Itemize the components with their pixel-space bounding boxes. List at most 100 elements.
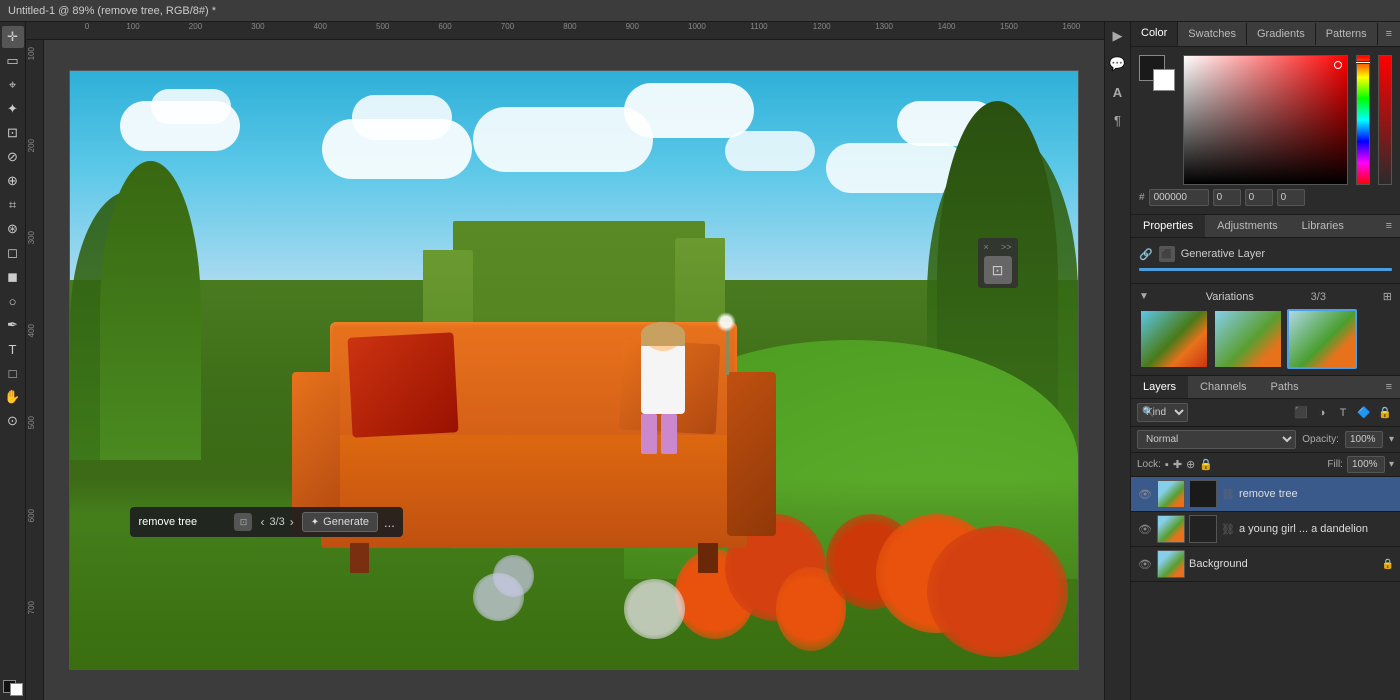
tab-gradients[interactable]: Gradients <box>1247 23 1316 45</box>
layers-lock-row: Lock: ▪ ✚ ⊕ 🔒 Fill: ▾ <box>1131 453 1400 477</box>
gen-more-btn[interactable]: ... <box>384 515 395 530</box>
text-icon[interactable]: A <box>1108 82 1128 102</box>
tool-crop[interactable]: ⊡ <box>2 122 24 144</box>
layer-item-background[interactable]: 👁 Background 🔒 <box>1131 547 1400 582</box>
b-input[interactable] <box>1277 189 1305 206</box>
canvas-container[interactable]: remove tree ⊡ ‹ 3/3 › ✦ Generate ... <box>44 40 1104 700</box>
tool-healing[interactable]: ⊕ <box>2 170 24 192</box>
layer-filter-adjust[interactable]: ◑ <box>1313 404 1331 422</box>
hue-bar[interactable] <box>1356 55 1370 185</box>
layer-item-girl[interactable]: 👁 ⛓ a young girl ... a dandelion <box>1131 512 1400 547</box>
fg-bg-swatch[interactable] <box>1139 55 1175 91</box>
g-input[interactable] <box>1245 189 1273 206</box>
layer-eye-2[interactable]: 👁 <box>1137 521 1153 537</box>
tool-hand[interactable]: ✋ <box>2 386 24 408</box>
prop-bar <box>1139 268 1392 271</box>
gen-next-btn[interactable]: › <box>288 515 296 529</box>
tool-magic-wand[interactable]: ✦ <box>2 98 24 120</box>
tool-pen[interactable]: ✒ <box>2 314 24 336</box>
comment-icon[interactable]: 💬 <box>1108 54 1128 74</box>
layer-thumb-bg <box>1157 550 1185 578</box>
layer-filter-shape[interactable]: 🔷 <box>1355 404 1373 422</box>
layer-name-2: a young girl ... a dandelion <box>1239 523 1394 535</box>
tool-text[interactable]: T <box>2 338 24 360</box>
canvas-scroll: 100 200 300 400 500 600 700 <box>26 40 1104 700</box>
fp-expand[interactable]: × <box>984 242 989 252</box>
opacity-bar[interactable] <box>1378 55 1392 185</box>
var-thumb-2[interactable] <box>1213 309 1283 369</box>
var-thumb-3-img <box>1289 311 1355 367</box>
tool-brush[interactable]: ⌗ <box>2 194 24 216</box>
tool-shape[interactable]: □ <box>2 362 24 384</box>
blend-mode-select[interactable]: Normal <box>1137 430 1296 449</box>
fill-arrow[interactable]: ▾ <box>1389 459 1394 470</box>
hex-input[interactable] <box>1149 189 1209 206</box>
tab-properties[interactable]: Properties <box>1131 215 1205 237</box>
tab-paths[interactable]: Paths <box>1259 376 1311 398</box>
lock-all-btn[interactable]: 🔒 <box>1199 458 1213 471</box>
tab-swatches[interactable]: Swatches <box>1178 23 1247 45</box>
var-chevron[interactable]: ▼ <box>1139 291 1149 302</box>
layer-filter-smart[interactable]: 🔒 <box>1376 404 1394 422</box>
lock-pos-btn[interactable]: ✚ <box>1173 458 1182 471</box>
color-tab-menu[interactable]: ≡ <box>1378 23 1400 45</box>
layers-list: 👁 ⛓ remove tree 👁 <box>1131 477 1400 700</box>
layer-filter-pixel[interactable]: ⬛ <box>1292 404 1310 422</box>
color-tabs: Color Swatches Gradients Patterns ≡ <box>1131 22 1400 47</box>
gen-generate-btn[interactable]: ✦ Generate <box>302 512 378 532</box>
gen-fill-nav: ‹ 3/3 › <box>258 515 295 529</box>
gen-fill-input[interactable]: remove tree <box>138 516 228 528</box>
color-spectrum[interactable] <box>1183 55 1348 185</box>
layers-panel: Layers Channels Paths ≡ 🔍 Kind ⬛ ◑ <box>1131 375 1400 700</box>
tool-eyedropper[interactable]: ⊘ <box>2 146 24 168</box>
tab-libraries[interactable]: Libraries <box>1290 215 1356 237</box>
prop-tabs: Properties Adjustments Libraries ≡ <box>1131 215 1400 238</box>
lock-label: Lock: <box>1137 459 1161 470</box>
gen-fill-bar[interactable]: remove tree ⊡ ‹ 3/3 › ✦ Generate ... <box>130 507 402 537</box>
layer-mask-girl <box>1189 515 1217 543</box>
layer-search-wrap: 🔍 Kind <box>1137 403 1288 422</box>
layer-eye-3[interactable]: 👁 <box>1137 556 1153 572</box>
lock-pixels-btn[interactable]: ▪ <box>1165 459 1169 471</box>
tool-lasso[interactable]: ⌖ <box>2 74 24 96</box>
tab-patterns[interactable]: Patterns <box>1316 23 1378 45</box>
canvas-image: remove tree ⊡ ‹ 3/3 › ✦ Generate ... <box>69 70 1079 670</box>
layers-tab-menu[interactable]: ≡ <box>1378 376 1400 398</box>
tool-zoom[interactable]: ⊙ <box>2 410 24 432</box>
var-grid-icon[interactable]: ⊞ <box>1383 290 1392 303</box>
right-panel: Color Swatches Gradients Patterns ≡ <box>1130 22 1400 700</box>
tool-eraser[interactable]: ◻ <box>2 242 24 264</box>
opacity-arrow[interactable]: ▾ <box>1389 434 1394 445</box>
fp-collapse[interactable]: >> <box>1001 242 1012 252</box>
var-title: Variations <box>1206 291 1254 303</box>
var-thumb-1[interactable] <box>1139 309 1209 369</box>
opacity-label: Opacity: <box>1302 434 1339 445</box>
tool-dodge[interactable]: ○ <box>2 290 24 312</box>
gen-prev-btn[interactable]: ‹ <box>258 515 266 529</box>
prop-layer-name: Generative Layer <box>1181 248 1265 260</box>
layer-item-remove-tree[interactable]: 👁 ⛓ remove tree <box>1131 477 1400 512</box>
var-thumbnails <box>1139 309 1392 369</box>
var-thumb-3[interactable] <box>1287 309 1357 369</box>
tool-gradient[interactable]: ◼ <box>2 266 24 288</box>
tab-channels[interactable]: Channels <box>1188 376 1258 398</box>
tab-color[interactable]: Color <box>1131 22 1178 46</box>
tab-adjustments[interactable]: Adjustments <box>1205 215 1290 237</box>
layer-filter-text[interactable]: T <box>1334 404 1352 422</box>
bg-swatch[interactable] <box>1153 69 1175 91</box>
variations-section: ▼ Variations 3/3 ⊞ <box>1131 283 1400 375</box>
opacity-input[interactable] <box>1345 431 1383 448</box>
tool-move[interactable]: ✛ <box>2 26 24 48</box>
paragraph-icon[interactable]: ¶ <box>1108 110 1128 130</box>
layer-thumb-remove-tree <box>1157 480 1185 508</box>
tab-layers[interactable]: Layers <box>1131 376 1188 398</box>
play-icon[interactable]: ▶ <box>1108 26 1128 46</box>
prop-tab-menu[interactable]: ≡ <box>1378 215 1400 237</box>
tool-clone[interactable]: ⊛ <box>2 218 24 240</box>
lock-artboard-btn[interactable]: ⊕ <box>1186 458 1195 471</box>
r-input[interactable] <box>1213 189 1241 206</box>
tool-select-rect[interactable]: ▭ <box>2 50 24 72</box>
layer-info-2: a young girl ... a dandelion <box>1239 523 1394 535</box>
layer-eye-1[interactable]: 👁 <box>1137 486 1153 502</box>
fill-input[interactable] <box>1347 456 1385 473</box>
